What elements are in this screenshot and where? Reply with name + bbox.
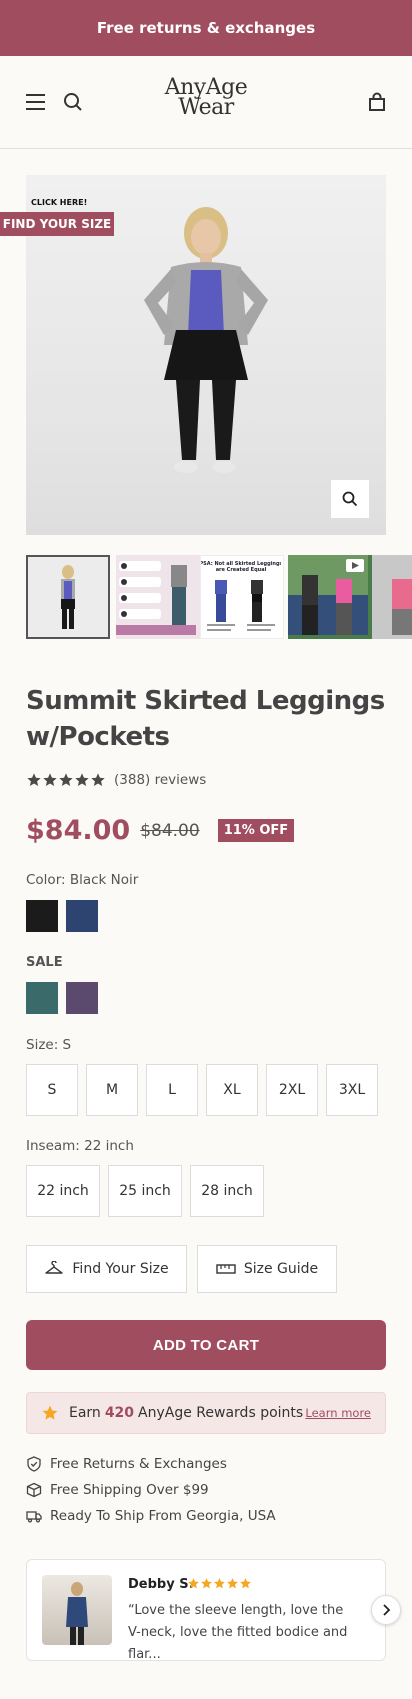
- logo-line2: Wear: [178, 95, 234, 120]
- inseam-option-25[interactable]: 25 inch: [108, 1165, 182, 1217]
- zoom-button[interactable]: [331, 480, 369, 518]
- site-logo[interactable]: AnyAge Wear: [150, 77, 262, 120]
- size-label: Size: S: [26, 1037, 72, 1053]
- sale-price: $84.00: [26, 815, 131, 846]
- inseam-option-28[interactable]: 28 inch: [190, 1165, 264, 1217]
- compare-price: $84.00: [140, 820, 200, 841]
- menu-icon[interactable]: [26, 94, 45, 110]
- rewards-points: 420: [104, 1405, 135, 1421]
- size-option-xl[interactable]: XL: [206, 1064, 258, 1116]
- inseam-label: Inseam: 22 inch: [26, 1138, 134, 1154]
- find-size-badge[interactable]: FIND YOUR SIZE: [0, 212, 114, 236]
- thumbnail-1[interactable]: [26, 555, 110, 639]
- size-option-s[interactable]: S: [26, 1064, 78, 1116]
- site-header: AnyAge Wear: [0, 56, 412, 149]
- star-icon: [214, 1578, 225, 1589]
- announcement-bar: Free returns & exchanges: [0, 0, 412, 56]
- hanger-icon: [45, 1261, 64, 1274]
- thumbnail-2[interactable]: [116, 555, 200, 639]
- feature-free-returns-text: Free Returns & Exchanges: [50, 1456, 227, 1472]
- add-to-cart-button[interactable]: ADD TO CART: [26, 1320, 386, 1370]
- sale-label: SALE: [26, 955, 63, 970]
- size-option-l[interactable]: L: [146, 1064, 198, 1116]
- chevron-right-icon: [383, 1604, 391, 1616]
- rewards-suffix: AnyAge Rewards points: [138, 1405, 304, 1421]
- reviewer-photo: [42, 1575, 112, 1645]
- svg-text:are Created Equal: are Created Equal: [216, 567, 267, 573]
- inseam-option-22[interactable]: 22 inch: [26, 1165, 100, 1217]
- box-icon: [26, 1482, 42, 1498]
- star-icon: [201, 1578, 212, 1589]
- color-label: Color: Black Noir: [26, 872, 139, 888]
- star-icon: [75, 773, 89, 786]
- star-icon: [91, 773, 105, 786]
- star-icon: [27, 773, 41, 786]
- swatch-plum[interactable]: [66, 982, 98, 1014]
- find-your-size-label: Find Your Size: [72, 1261, 169, 1277]
- announcement-text: Free returns & exchanges: [96, 19, 316, 37]
- zoom-icon: [342, 491, 358, 507]
- find-your-size-button[interactable]: Find Your Size: [26, 1245, 187, 1293]
- size-guide-label: Size Guide: [243, 1261, 319, 1277]
- star-icon: [42, 1405, 58, 1420]
- star-icon: [240, 1578, 251, 1589]
- feature-free-shipping-text: Free Shipping Over $99: [50, 1482, 209, 1498]
- feature-free-shipping: Free Shipping Over $99: [26, 1482, 209, 1498]
- cart-icon[interactable]: [368, 92, 386, 112]
- swatch-navy[interactable]: [66, 900, 98, 932]
- swatch-teal[interactable]: [26, 982, 58, 1014]
- thumbnail-5[interactable]: [372, 555, 412, 639]
- price-row: $84.00 $84.00 11% OFF: [26, 815, 295, 846]
- star-icon: [59, 773, 73, 786]
- swatch-black-noir[interactable]: [26, 900, 58, 932]
- product-title: Summit Skirted Leggings w/Pockets: [26, 686, 385, 752]
- size-option-2xl[interactable]: 2XL: [266, 1064, 318, 1116]
- thumbnail-3[interactable]: PSA: Not all Skirted Leggings are Create…: [200, 555, 284, 639]
- truck-icon: [26, 1511, 42, 1523]
- search-icon[interactable]: [63, 92, 83, 112]
- learn-more-link[interactable]: Learn more: [305, 1406, 371, 1420]
- thumbnail-strip[interactable]: PSA: Not all Skirted Leggings are Create…: [26, 555, 412, 640]
- feature-free-returns: Free Returns & Exchanges: [26, 1456, 227, 1472]
- find-size-hint: CLICK HERE!: [31, 198, 88, 207]
- review-card[interactable]: Debby S. “Love the sleeve length, love t…: [26, 1559, 386, 1662]
- review-next-button[interactable]: [371, 1595, 401, 1625]
- rating-stars: [26, 772, 106, 788]
- rewards-prefix: Earn: [69, 1405, 101, 1421]
- thumbnail-4-video[interactable]: [288, 555, 372, 639]
- ruler-icon: [216, 1264, 236, 1274]
- size-option-3xl[interactable]: 3XL: [326, 1064, 378, 1116]
- feature-ready-to-ship: Ready To Ship From Georgia, USA: [26, 1508, 276, 1524]
- discount-badge: 11% OFF: [217, 819, 295, 842]
- star-icon: [43, 773, 57, 786]
- reviewer-name: Debby S.: [128, 1577, 194, 1592]
- shield-check-icon: [27, 1456, 41, 1472]
- review-text: “Love the sleeve length, love the V-neck…: [128, 1603, 348, 1662]
- review-stars: [187, 1577, 252, 1590]
- star-icon: [188, 1578, 199, 1589]
- review-count[interactable]: (388) reviews: [114, 772, 206, 788]
- size-option-m[interactable]: M: [86, 1064, 138, 1116]
- rewards-banner: Earn 420 AnyAge Rewards points Learn mor…: [26, 1392, 386, 1434]
- feature-ready-to-ship-text: Ready To Ship From Georgia, USA: [50, 1508, 276, 1524]
- size-guide-button[interactable]: Size Guide: [197, 1245, 337, 1293]
- star-icon: [227, 1578, 238, 1589]
- product-rating[interactable]: (388) reviews: [26, 772, 206, 788]
